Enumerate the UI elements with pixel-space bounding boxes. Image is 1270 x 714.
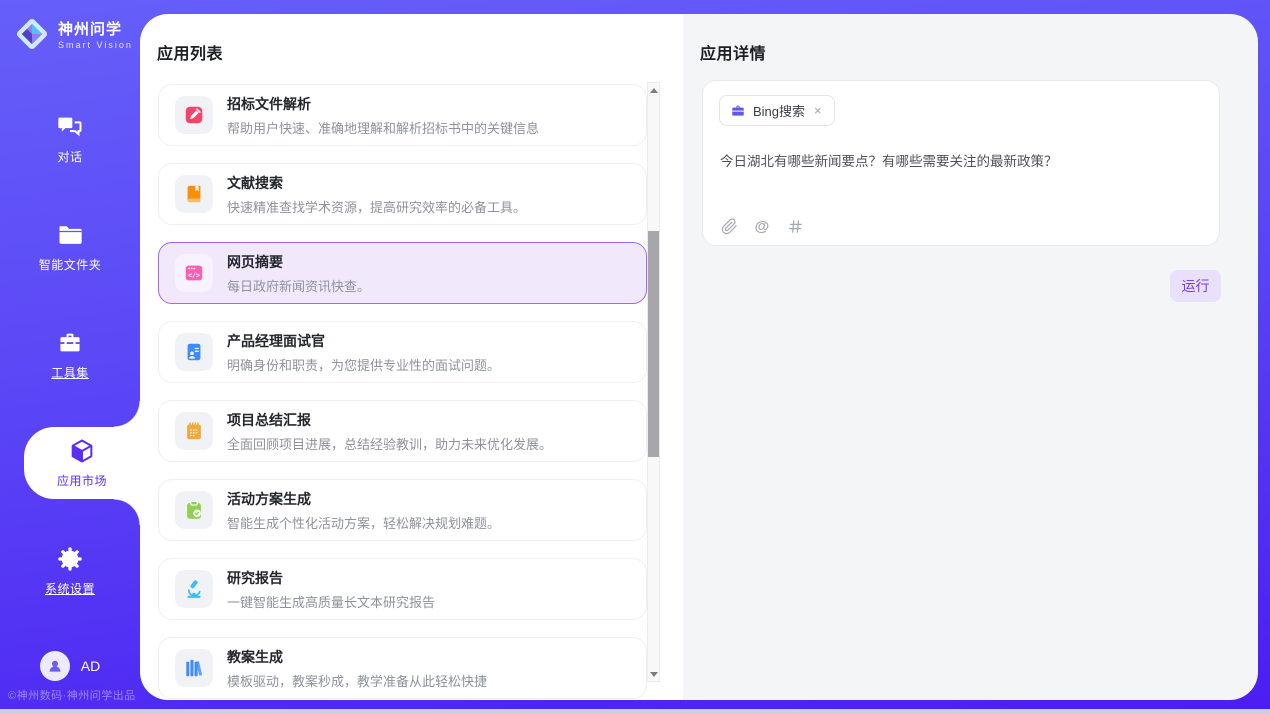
literature-book-icon [175,175,213,213]
app-detail-title: 应用详情 [700,40,766,64]
sidebar: 神州问学 Smart Vision 对话 智能文件夹 工具集 应用市场 系统设置… [0,0,140,709]
app-name: 网页摘要 [227,252,370,272]
app-description: 模板驱动，教案秒成，教学准备从此轻松快捷 [227,671,487,690]
app-list-item[interactable]: 招标文件解析 帮助用户快速、准确地理解和解析招标书中的关键信息 [158,84,647,146]
app-list-item[interactable]: 教案生成 模板驱动，教案秒成，教学准备从此轻松快捷 [158,637,647,699]
prompt-card: Bing搜索 × 今日湖北有哪些新闻要点？有哪些需要关注的最新政策？ @ [702,80,1220,246]
sidebar-nav: 对话 智能文件夹 工具集 应用市场 系统设置 [0,103,140,643]
app-detail-panel: 应用详情 Bing搜索 × 今日湖北有哪些新闻要点？有哪些需要关注的最新政策？ … [683,14,1258,700]
brand-name: 神州问学 [58,22,133,39]
toolbox-icon [56,329,84,357]
app-list-item[interactable]: 文献搜索 快速精准查找学术资源，提高研究效率的必备工具。 [158,163,647,225]
app-description: 一键智能生成高质量长文本研究报告 [227,592,435,611]
sidebar-item-smart-folders[interactable]: 智能文件夹 [0,211,140,283]
app-list-panel: 应用列表 招标文件解析 帮助用户快速、准确地理解和解析招标书中的关键信息 文献搜… [140,14,683,700]
scrollbar-thumb[interactable] [648,231,659,457]
chat-icon [56,113,84,141]
app-list-item[interactable]: 项目总结汇报 全面回顾项目进展，总结经验教训，助力未来优化发展。 [158,400,647,462]
notepad-icon [175,412,213,450]
sidebar-item-label: 智能文件夹 [39,256,102,273]
app-description: 智能生成个性化活动方案，轻松解决规划难题。 [227,513,500,532]
app-description: 明确身份和职责，为您提供专业性的面试问题。 [227,355,500,374]
app-list-item[interactable]: 产品经理面试官 明确身份和职责，为您提供专业性的面试问题。 [158,321,647,383]
close-icon[interactable]: × [812,103,824,118]
app-name: 招标文件解析 [227,94,539,114]
list-scrollbar[interactable] [647,82,660,682]
app-list-item[interactable]: 活动方案生成 智能生成个性化活动方案，轻松解决规划难题。 [158,479,647,541]
sidebar-item-chat[interactable]: 对话 [0,103,140,175]
app-name: 文献搜索 [227,173,526,193]
scroll-up-button[interactable] [648,83,659,97]
scroll-down-button[interactable] [648,667,659,681]
tool-chip-label: Bing搜索 [753,101,805,120]
cube-icon [68,437,96,465]
run-button[interactable]: 运行 [1170,270,1221,302]
clipboard-check-icon [175,491,213,529]
sidebar-item-toolset[interactable]: 工具集 [0,319,140,391]
svg-text:</>: </> [188,271,200,279]
app-description: 全面回顾项目进展，总结经验教训，助力未来优化发展。 [227,434,552,453]
hash-icon[interactable] [786,217,804,235]
app-name: 教案生成 [227,647,487,667]
app-name: 活动方案生成 [227,489,500,509]
books-icon [175,649,213,687]
tender-doc-icon [175,96,213,134]
brand-logo-icon [14,16,50,57]
mention-icon[interactable]: @ [753,217,771,235]
app-list-item[interactable]: </> 网页摘要 每日政府新闻资讯快查。 [158,242,647,304]
sidebar-item-label: 应用市场 [57,472,107,489]
app-card-list: 招标文件解析 帮助用户快速、准确地理解和解析招标书中的关键信息 文献搜索 快速精… [158,84,647,700]
sidebar-item-label: 工具集 [51,364,89,381]
sidebar-footer: ©神州数码·神州问学出品 [8,687,136,703]
sidebar-item-system-settings[interactable]: 系统设置 [0,535,140,607]
scroll-up-icon [650,88,658,93]
app-name: 研究报告 [227,568,435,588]
webpage-code-icon: </> [175,254,213,292]
sidebar-item-app-market[interactable]: 应用市场 [24,427,140,499]
app-description: 快速精准查找学术资源，提高研究效率的必备工具。 [227,197,526,216]
content-area: 应用列表 招标文件解析 帮助用户快速、准确地理解和解析招标书中的关键信息 文献搜… [140,14,1258,700]
paperclip-icon[interactable] [720,217,738,235]
app-description: 每日政府新闻资讯快查。 [227,276,370,295]
app-list-title: 应用列表 [157,40,223,64]
sidebar-item-label: 对话 [57,148,82,165]
avatar[interactable] [40,651,70,681]
interview-doc-icon [175,333,213,371]
sidebar-item-label: 系统设置 [45,580,95,597]
bottom-edge-bar [0,709,1270,714]
gear-icon [56,545,84,573]
app-name: 项目总结汇报 [227,410,552,430]
app-name: 产品经理面试官 [227,331,500,351]
briefcase-icon [730,103,746,119]
user-row[interactable]: AD [0,651,140,681]
microscope-icon [175,570,213,608]
user-name: AD [81,658,100,674]
scroll-down-icon [650,672,658,677]
brand-tagline: Smart Vision [58,41,133,51]
composer-toolbar: @ [720,217,804,235]
brand: 神州问学 Smart Vision [0,0,140,57]
tool-chip-bing-search[interactable]: Bing搜索 × [719,95,835,126]
folder-icon [56,221,84,249]
query-text-input[interactable]: 今日湖北有哪些新闻要点？有哪些需要关注的最新政策？ [720,152,1200,172]
app-list-item[interactable]: 研究报告 一键智能生成高质量长文本研究报告 [158,558,647,620]
app-description: 帮助用户快速、准确地理解和解析招标书中的关键信息 [227,118,539,137]
